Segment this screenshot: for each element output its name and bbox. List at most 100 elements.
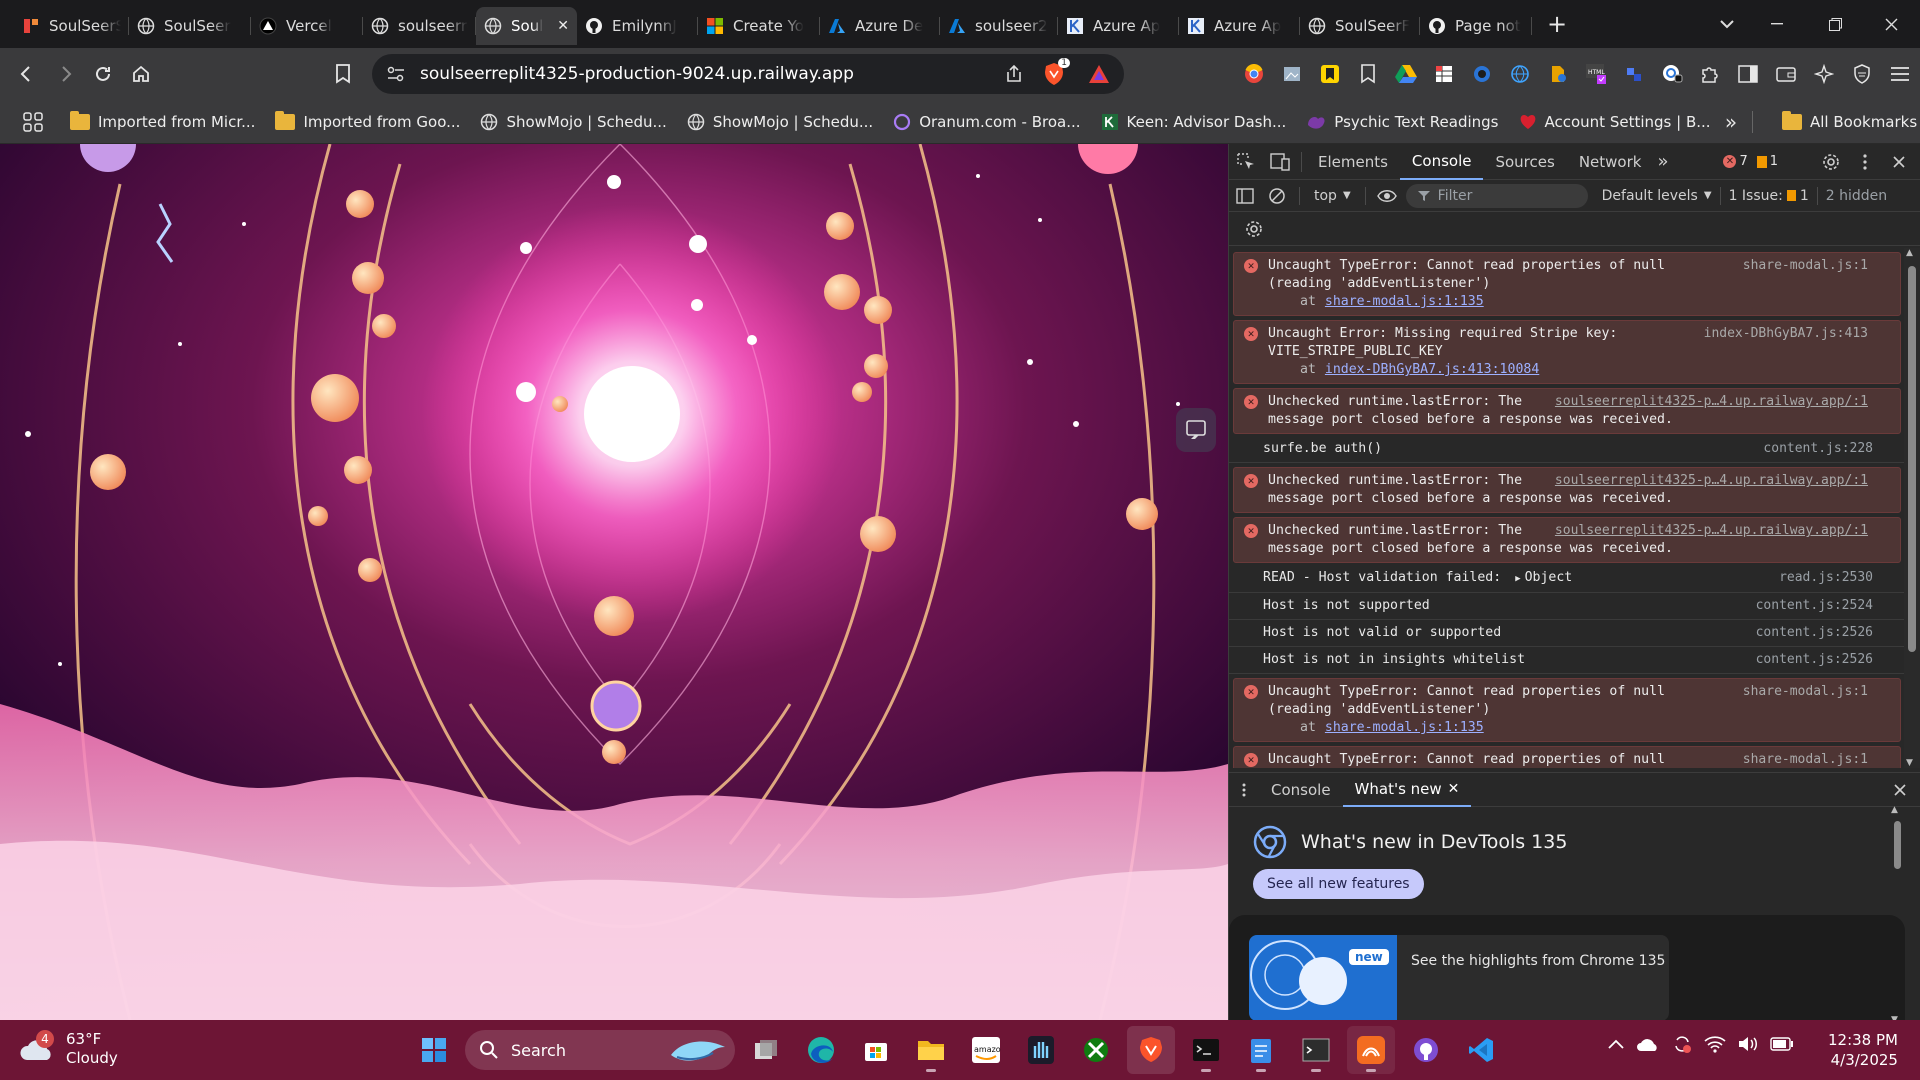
live-expression-button[interactable]: [1372, 181, 1402, 211]
tab-console[interactable]: Console: [1399, 144, 1484, 180]
see-all-features-button[interactable]: See all new features: [1253, 869, 1424, 899]
console-log-message[interactable]: Host is not in insights whitelist content…: [1229, 647, 1905, 674]
console-error-message[interactable]: ✕ Uncaught TypeError: Cannot read propert…: [1233, 678, 1901, 742]
inspect-element-button[interactable]: [1229, 145, 1263, 179]
bookmark-item[interactable]: ShowMojo | Schedu...: [470, 113, 676, 131]
microsoft-store-app[interactable]: [852, 1026, 900, 1074]
leo-ai-icon[interactable]: [1808, 58, 1840, 90]
scrollbar-thumb[interactable]: [1908, 266, 1916, 652]
tab-sources[interactable]: Sources: [1483, 144, 1566, 180]
globe-extension-icon[interactable]: [1504, 58, 1536, 90]
bookmark-item[interactable]: Account Settings | B...: [1509, 113, 1721, 131]
browser-tab[interactable]: Soul ✕: [476, 7, 577, 45]
console-log-message[interactable]: surfe.be auth() content.js:228: [1229, 436, 1905, 463]
browser-tab[interactable]: SoulSeerF: [1300, 7, 1420, 45]
html-extension-icon[interactable]: HTML: [1580, 58, 1612, 90]
screenshot-extension-icon[interactable]: [1276, 58, 1308, 90]
source-location-link[interactable]: share-modal.js:1: [1743, 751, 1868, 768]
stack-link[interactable]: index-DBhGyBA7.js:413:10084: [1325, 362, 1539, 377]
browser-tab[interactable]: soulseer2: [940, 7, 1058, 45]
weather-widget[interactable]: 4 63°F Cloudy: [18, 1030, 118, 1068]
bookmark-item[interactable]: Psychic Text Readings: [1296, 113, 1508, 131]
file-extension-icon[interactable]: [1542, 58, 1574, 90]
close-drawer-button[interactable]: [1885, 775, 1915, 805]
new-tab-button[interactable]: +: [1538, 5, 1576, 43]
terminal-app[interactable]: [1182, 1026, 1230, 1074]
issues-counter[interactable]: 1 Issue: 1: [1729, 188, 1809, 204]
scroll-up-arrow[interactable]: ▲: [1906, 248, 1913, 258]
bookmark-item[interactable]: Imported from Micr...: [60, 110, 265, 131]
pin-extension-icon[interactable]: [1618, 58, 1650, 90]
spreadsheet-extension-icon[interactable]: [1428, 58, 1460, 90]
brave-browser-app[interactable]: [1127, 1026, 1175, 1074]
notepad-app[interactable]: [1237, 1026, 1285, 1074]
devtools-settings-button[interactable]: [1816, 147, 1846, 177]
chevron-up-icon[interactable]: [1608, 1039, 1624, 1049]
context-selector[interactable]: top ▼: [1306, 188, 1359, 204]
source-url-link[interactable]: soulseerreplit4325-p…4.up.railway.app/:1: [1555, 472, 1868, 490]
bookmark-item[interactable]: Oranum.com - Broa...: [883, 113, 1090, 131]
clear-console-button[interactable]: [1261, 181, 1293, 211]
battery-icon[interactable]: [1770, 1037, 1794, 1051]
file-explorer-app[interactable]: [907, 1026, 955, 1074]
tab-elements[interactable]: Elements: [1306, 144, 1400, 180]
vscode-app[interactable]: [1457, 1026, 1505, 1074]
close-window-button[interactable]: [1862, 0, 1920, 48]
search-extension-icon[interactable]: [1656, 58, 1688, 90]
bookmark-extension-icon[interactable]: [1314, 58, 1346, 90]
all-bookmarks-button[interactable]: All Bookmarks: [1772, 110, 1920, 131]
scroll-down-arrow[interactable]: ▼: [1906, 758, 1913, 768]
console-messages[interactable]: ✕ Uncaught TypeError: Cannot read propert…: [1229, 248, 1905, 768]
minimize-button[interactable]: [1748, 0, 1806, 48]
address-bar[interactable]: soulseerreplit4325-production-9024.up.ra…: [372, 54, 1124, 94]
sync-icon[interactable]: [1672, 1034, 1692, 1054]
browser-tab[interactable]: SoulSeer: [129, 7, 251, 45]
source-location-link[interactable]: content.js:228: [1763, 440, 1873, 458]
source-url-link[interactable]: soulseerreplit4325-p…4.up.railway.app/:1: [1555, 522, 1868, 540]
source-location-link[interactable]: content.js:2526: [1756, 651, 1873, 669]
bookmark-outline-icon[interactable]: [1352, 58, 1384, 90]
browser-tab[interactable]: EmilynnJ: [577, 7, 698, 45]
wifi-icon[interactable]: [1704, 1035, 1726, 1053]
page-widget-button[interactable]: [1176, 408, 1216, 452]
site-settings-icon[interactable]: [372, 66, 420, 82]
browser-tab[interactable]: Vercel: [251, 7, 363, 45]
drawer-scroll-up-arrow[interactable]: ▲: [1891, 805, 1898, 815]
browser-tab[interactable]: Page not: [1420, 7, 1532, 45]
drawer-scrollbar[interactable]: ▲ ▼: [1891, 805, 1903, 1025]
stack-link[interactable]: share-modal.js:1:135: [1325, 720, 1484, 735]
command-prompt-app[interactable]: [1292, 1026, 1340, 1074]
share-icon[interactable]: [1004, 64, 1024, 84]
volume-icon[interactable]: [1738, 1035, 1758, 1053]
xbox-app[interactable]: [1072, 1026, 1120, 1074]
extensions-puzzle-icon[interactable]: [1694, 58, 1726, 90]
close-tab-icon[interactable]: ✕: [1448, 781, 1460, 797]
close-tab-icon[interactable]: ✕: [557, 18, 569, 34]
browser-tab[interactable]: Azure De: [820, 7, 940, 45]
sidebar-toggle-icon[interactable]: [1732, 58, 1764, 90]
brave-shields-icon[interactable]: 1: [1038, 58, 1070, 90]
more-tabs-button[interactable]: »: [1653, 144, 1672, 180]
source-location-link[interactable]: content.js:2524: [1756, 597, 1873, 615]
highlights-card[interactable]: new See the highlights from Chrome 135: [1249, 935, 1669, 1021]
circle-extension-icon[interactable]: [1466, 58, 1498, 90]
apps-button[interactable]: [14, 103, 52, 141]
browser-tab[interactable]: Azure Ap: [1179, 7, 1300, 45]
drawer-scrollbar-thumb[interactable]: [1894, 821, 1901, 869]
chrome-extension-icon[interactable]: [1238, 58, 1270, 90]
console-error-message[interactable]: ✕ Unchecked runtime.lastError: The message…: [1233, 388, 1901, 434]
forward-button[interactable]: [46, 55, 84, 93]
console-settings-gear-icon[interactable]: [1245, 220, 1263, 238]
console-error-message[interactable]: ✕ Uncaught TypeError: Cannot read propert…: [1233, 746, 1901, 768]
console-log-message[interactable]: READ - Host validation failed: ▶ Object rea…: [1229, 565, 1905, 593]
brave-rewards-icon[interactable]: [1088, 64, 1110, 84]
console-log-message[interactable]: Host is not valid or supported content.js…: [1229, 620, 1905, 647]
console-error-message[interactable]: ✕ Unchecked runtime.lastError: The message…: [1233, 467, 1901, 513]
vpn-shield-icon[interactable]: [1846, 58, 1878, 90]
google-drive-icon[interactable]: [1390, 58, 1422, 90]
log-levels-dropdown[interactable]: Default levels ▼: [1602, 188, 1712, 204]
bookmark-page-button[interactable]: [324, 55, 362, 93]
task-view-button[interactable]: [742, 1026, 790, 1074]
start-button[interactable]: [410, 1026, 458, 1074]
drawer-tab-console[interactable]: Console: [1259, 773, 1343, 807]
